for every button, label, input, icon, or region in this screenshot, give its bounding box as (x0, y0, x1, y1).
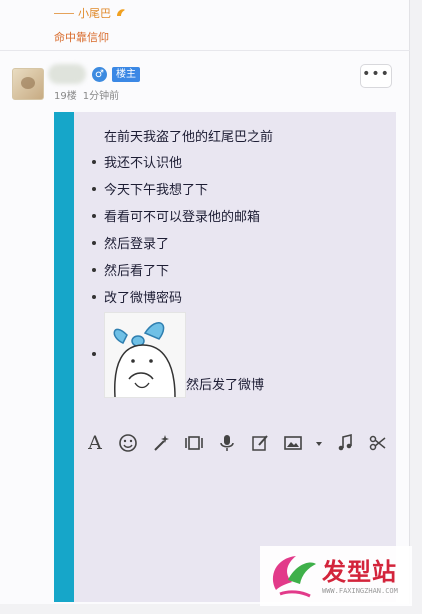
signature-divider (54, 12, 74, 14)
bullet-dot (92, 352, 96, 356)
message-line: 在前天我盗了他的红尾巴之前 (104, 130, 274, 145)
magic-wand-icon[interactable] (150, 432, 172, 454)
more-options-button[interactable]: ••• (360, 64, 392, 88)
image-icon[interactable] (282, 432, 304, 454)
message-line: 然后看了下 (104, 264, 170, 279)
previous-post-signature: 小尾巴 命中靠信仰 (54, 5, 127, 45)
bullet-dot (92, 160, 96, 164)
signature-motto: 命中靠信仰 (54, 31, 109, 44)
message-line: 我还不认识他 (104, 156, 183, 171)
message-line: 然后登录了 (104, 237, 170, 252)
bullet-dot (92, 187, 96, 191)
emoji-icon[interactable] (117, 432, 139, 454)
scissors-icon[interactable] (367, 432, 389, 454)
message-line: 改了微博密码 (104, 291, 183, 306)
message-line: 看看可不可以登录他的邮箱 (104, 210, 261, 225)
panel-accent-bar (54, 112, 74, 602)
post-divider (0, 50, 410, 51)
sticker-caption: 然后发了微博 (186, 378, 265, 393)
avatar[interactable] (12, 68, 44, 100)
bullet-dot (92, 268, 96, 272)
window-right-edge (409, 0, 422, 614)
male-gender-icon: ♂ (92, 67, 107, 82)
op-badge: 楼主 (112, 67, 140, 82)
text-format-icon[interactable]: A (84, 432, 106, 454)
site-watermark: 发型站 WWW.FAXINGZHAN.COM (260, 546, 412, 606)
microphone-icon[interactable] (216, 432, 238, 454)
bullet-dot (92, 241, 96, 245)
post-meta: 19楼 1分钟前 (54, 87, 119, 102)
music-icon[interactable] (334, 432, 356, 454)
message-line: 今天下午我想了下 (104, 183, 209, 198)
username-blurred[interactable] (48, 64, 86, 84)
tail-icon (115, 6, 127, 21)
watermark-title: 发型站 (322, 558, 397, 586)
dropdown-caret-icon[interactable] (315, 432, 323, 454)
post-time: 1分钟前 (82, 91, 120, 102)
watermark-url: WWW.FAXINGZHAN.COM (322, 587, 398, 595)
sticker-image (104, 312, 186, 398)
edit-icon[interactable] (249, 432, 271, 454)
floor-number: 19楼 (54, 91, 77, 102)
video-icon[interactable] (183, 432, 205, 454)
signature-tail-label: 小尾巴 (78, 7, 111, 20)
bullet-dot (92, 214, 96, 218)
editor-toolbar: A (84, 430, 396, 456)
watermark-logo-icon (272, 556, 316, 598)
bullet-dot (92, 295, 96, 299)
